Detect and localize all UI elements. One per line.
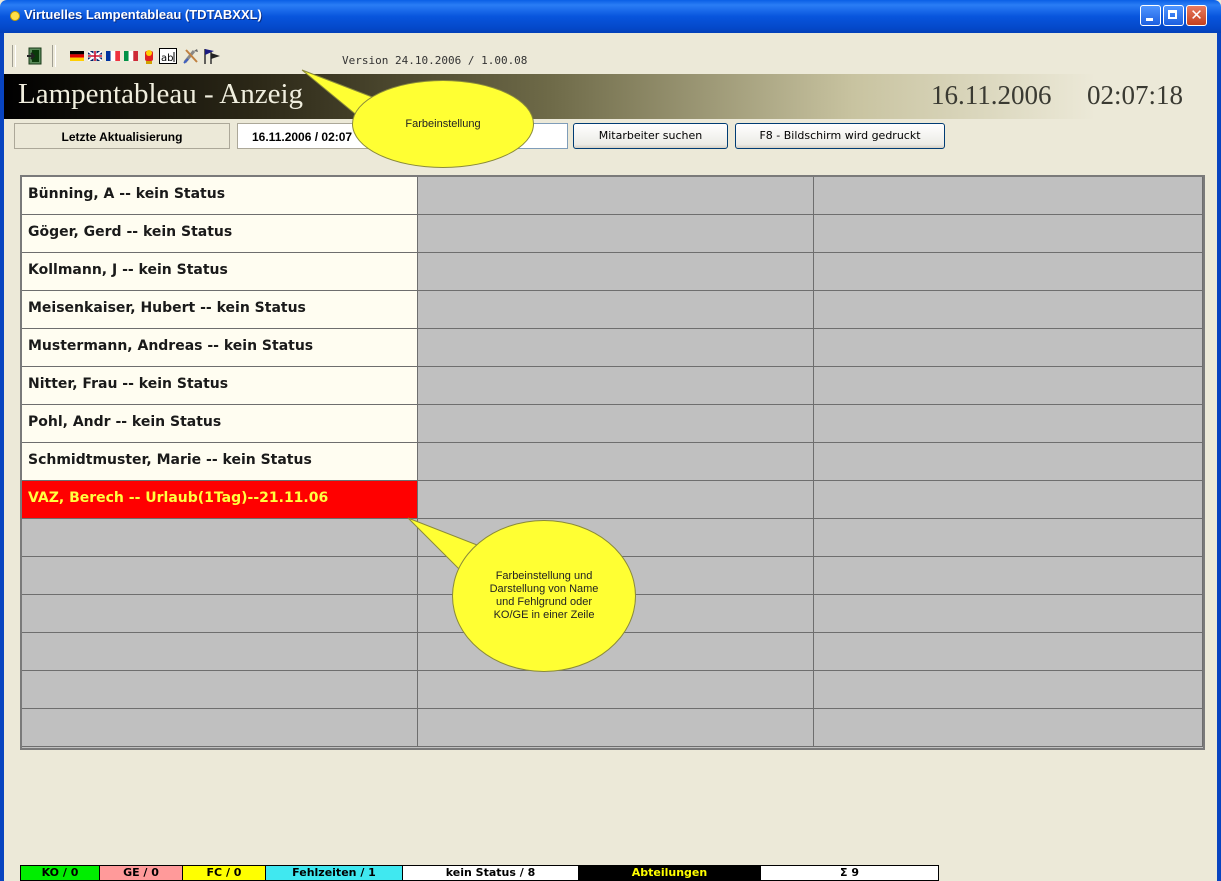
empty-cell[interactable]	[418, 443, 814, 481]
window-title: Virtuelles Lampentableau (TDTABXXL)	[24, 7, 262, 22]
employee-cell[interactable]: VAZ, Berech -- Urlaub(1Tag)--21.11.06	[22, 481, 418, 519]
minimize-button[interactable]	[1140, 5, 1161, 26]
status-ko[interactable]: KO / 0	[20, 865, 100, 881]
print-screen-button[interactable]: F8 - Bildschirm wird gedruckt	[735, 123, 945, 149]
empty-cell[interactable]	[814, 481, 1203, 519]
empty-cell[interactable]	[22, 557, 418, 595]
empty-cell[interactable]	[418, 253, 814, 291]
employee-status-text: Mustermann, Andreas -- kein Status	[28, 338, 314, 354]
empty-cell[interactable]	[814, 671, 1203, 709]
toolbar-separator	[52, 45, 56, 67]
exit-icon[interactable]	[27, 47, 45, 65]
employee-status-text: Schmidtmuster, Marie -- kein Status	[28, 452, 312, 468]
employee-cell[interactable]: Kollmann, J -- kein Status	[22, 253, 418, 291]
maximize-icon	[1168, 10, 1177, 19]
employee-cell[interactable]: Schmidtmuster, Marie -- kein Status	[22, 443, 418, 481]
close-button[interactable]: ✕	[1186, 5, 1207, 26]
empty-cell[interactable]	[814, 443, 1203, 481]
header-time: 02:07:18	[1087, 80, 1184, 110]
callout-top-text: Farbeinstellung	[405, 117, 481, 130]
empty-cell[interactable]	[22, 671, 418, 709]
empty-cell[interactable]	[814, 595, 1203, 633]
flag-de-icon[interactable]	[70, 49, 84, 63]
employee-status-text: Göger, Gerd -- kein Status	[28, 224, 233, 240]
empty-cell[interactable]	[814, 177, 1203, 215]
settings-tools-icon[interactable]	[182, 47, 200, 65]
employee-grid: Bünning, A -- kein Status Göger, Gerd -- …	[20, 175, 1205, 750]
employee-status-text: Pohl, Andr -- kein Status	[28, 414, 222, 430]
lamp-icon[interactable]	[142, 47, 156, 64]
employee-status-text: Kollmann, J -- kein Status	[28, 262, 228, 278]
window-frame-right	[1217, 33, 1221, 881]
callout-top: Farbeinstellung	[352, 80, 534, 168]
empty-cell[interactable]	[22, 519, 418, 557]
callout-middle-text: Farbeinstellung und Darstellung von Name…	[489, 570, 599, 621]
employee-status-text: VAZ, Berech -- Urlaub(1Tag)--21.11.06	[28, 490, 329, 506]
empty-cell[interactable]	[814, 291, 1203, 329]
status-fc[interactable]: FC / 0	[182, 865, 266, 881]
close-icon: ✕	[1190, 6, 1203, 24]
flag-fr-icon[interactable]	[106, 49, 120, 63]
maximize-button[interactable]	[1163, 5, 1184, 26]
toolbar-separator	[12, 45, 16, 67]
empty-cell[interactable]	[418, 215, 814, 253]
flag-uk-icon[interactable]	[88, 49, 102, 63]
empty-cell[interactable]	[22, 633, 418, 671]
empty-cell[interactable]	[814, 519, 1203, 557]
empty-cell[interactable]	[418, 367, 814, 405]
empty-cell[interactable]	[814, 253, 1203, 291]
empty-cell[interactable]	[22, 709, 418, 747]
title-bar[interactable]: Virtuelles Lampentableau (TDTABXXL) ✕	[0, 0, 1221, 33]
employee-cell[interactable]: Meisenkaiser, Hubert -- kein Status	[22, 291, 418, 329]
status-departments[interactable]: Abteilungen	[578, 865, 761, 881]
empty-cell[interactable]	[418, 709, 814, 747]
header-date: 16.11.2006	[931, 80, 1052, 110]
toolbar: ab Version 24.10.2006 / 1.00.08	[4, 33, 1217, 73]
empty-cell[interactable]	[814, 557, 1203, 595]
empty-cell[interactable]	[22, 595, 418, 633]
header-banner: Lampentableau - Anzeig 16.11.2006 02:07:…	[4, 74, 1217, 119]
search-employee-button[interactable]: Mitarbeiter suchen	[573, 123, 728, 149]
flag-it-icon[interactable]	[124, 49, 138, 63]
status-total[interactable]: Σ 9	[760, 865, 939, 881]
employee-cell[interactable]: Nitter, Frau -- kein Status	[22, 367, 418, 405]
window-frame-left	[0, 33, 4, 881]
svg-text:ab: ab	[161, 53, 173, 64]
status-no-status[interactable]: kein Status / 8	[402, 865, 579, 881]
employee-status-text: Bünning, A -- kein Status	[28, 186, 226, 202]
empty-cell[interactable]	[814, 405, 1203, 443]
empty-cell[interactable]	[814, 367, 1203, 405]
callout-middle: Farbeinstellung und Darstellung von Name…	[452, 520, 636, 672]
employee-status-text: Meisenkaiser, Hubert -- kein Status	[28, 300, 306, 316]
empty-cell[interactable]	[814, 329, 1203, 367]
empty-cell[interactable]	[418, 671, 814, 709]
empty-cell[interactable]	[814, 633, 1203, 671]
empty-cell[interactable]	[418, 405, 814, 443]
empty-cell[interactable]	[814, 215, 1203, 253]
employee-cell[interactable]: Göger, Gerd -- kein Status	[22, 215, 418, 253]
empty-cell[interactable]	[418, 329, 814, 367]
employee-cell[interactable]: Bünning, A -- kein Status	[22, 177, 418, 215]
status-ge[interactable]: GE / 0	[99, 865, 183, 881]
status-absences[interactable]: Fehlzeiten / 1	[265, 865, 403, 881]
empty-cell[interactable]	[418, 177, 814, 215]
employee-cell[interactable]: Mustermann, Andreas -- kein Status	[22, 329, 418, 367]
minimize-icon	[1146, 18, 1153, 21]
employee-status-text: Nitter, Frau -- kein Status	[28, 376, 229, 392]
empty-cell[interactable]	[418, 291, 814, 329]
text-ab-icon[interactable]: ab	[159, 48, 177, 64]
flags-icon[interactable]	[202, 47, 222, 65]
page-title: Lampentableau - Anzeig	[18, 78, 304, 110]
last-update-label: Letzte Aktualisierung	[14, 123, 230, 149]
employee-cell[interactable]: Pohl, Andr -- kein Status	[22, 405, 418, 443]
empty-cell[interactable]	[814, 709, 1203, 747]
app-icon	[10, 11, 20, 21]
